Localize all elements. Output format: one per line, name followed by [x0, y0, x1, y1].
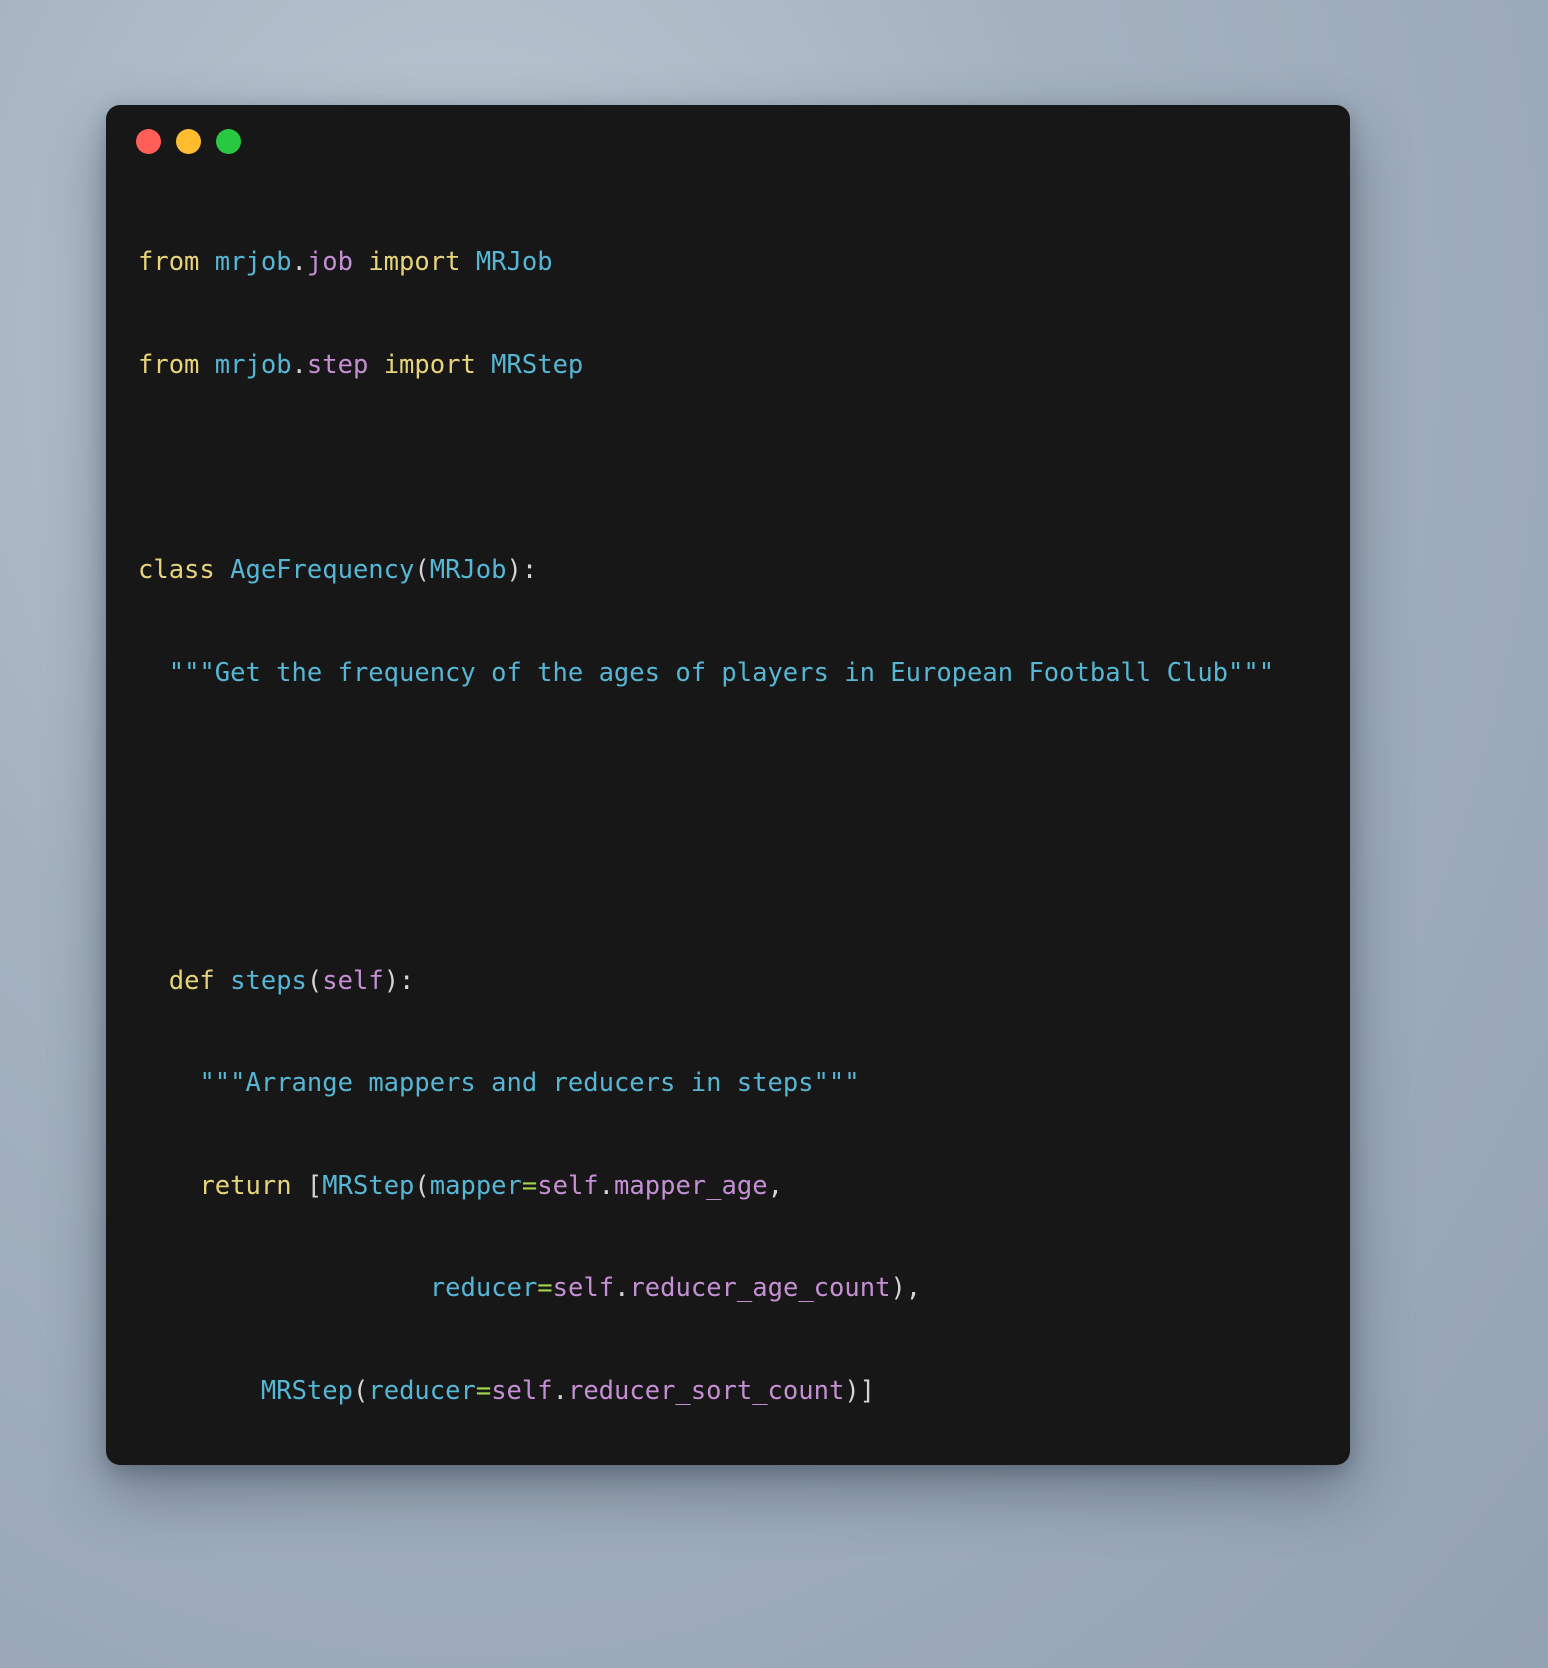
code-line: from mrjob.job import MRJob — [138, 247, 553, 278]
code-line: class AgeFrequency(MRJob): — [138, 555, 538, 586]
code-line: """Get the frequency of the ages of play… — [168, 657, 1275, 688]
code-block[interactable]: from mrjob.job import MRJob from mrjob.s… — [106, 177, 1350, 1465]
code-line: from mrjob.step import MRStep — [138, 350, 584, 380]
code-line: reducer=self.reducer_age_count), — [429, 1273, 922, 1304]
code-line: def steps(self): — [168, 965, 415, 996]
code-line: return [MRStep(mapper=self.mapper_age, — [199, 1170, 783, 1201]
code-line: """Arrange mappers and reducers in steps… — [199, 1068, 860, 1099]
minimize-button-icon[interactable] — [176, 128, 201, 154]
code-line: MRStep(reducer=self.reducer_sort_count)] — [260, 1375, 876, 1406]
window-titlebar — [106, 105, 1350, 177]
maximize-button-icon[interactable] — [216, 128, 241, 154]
close-button-icon[interactable] — [136, 128, 161, 154]
code-window: from mrjob.job import MRJob from mrjob.s… — [106, 105, 1350, 1465]
